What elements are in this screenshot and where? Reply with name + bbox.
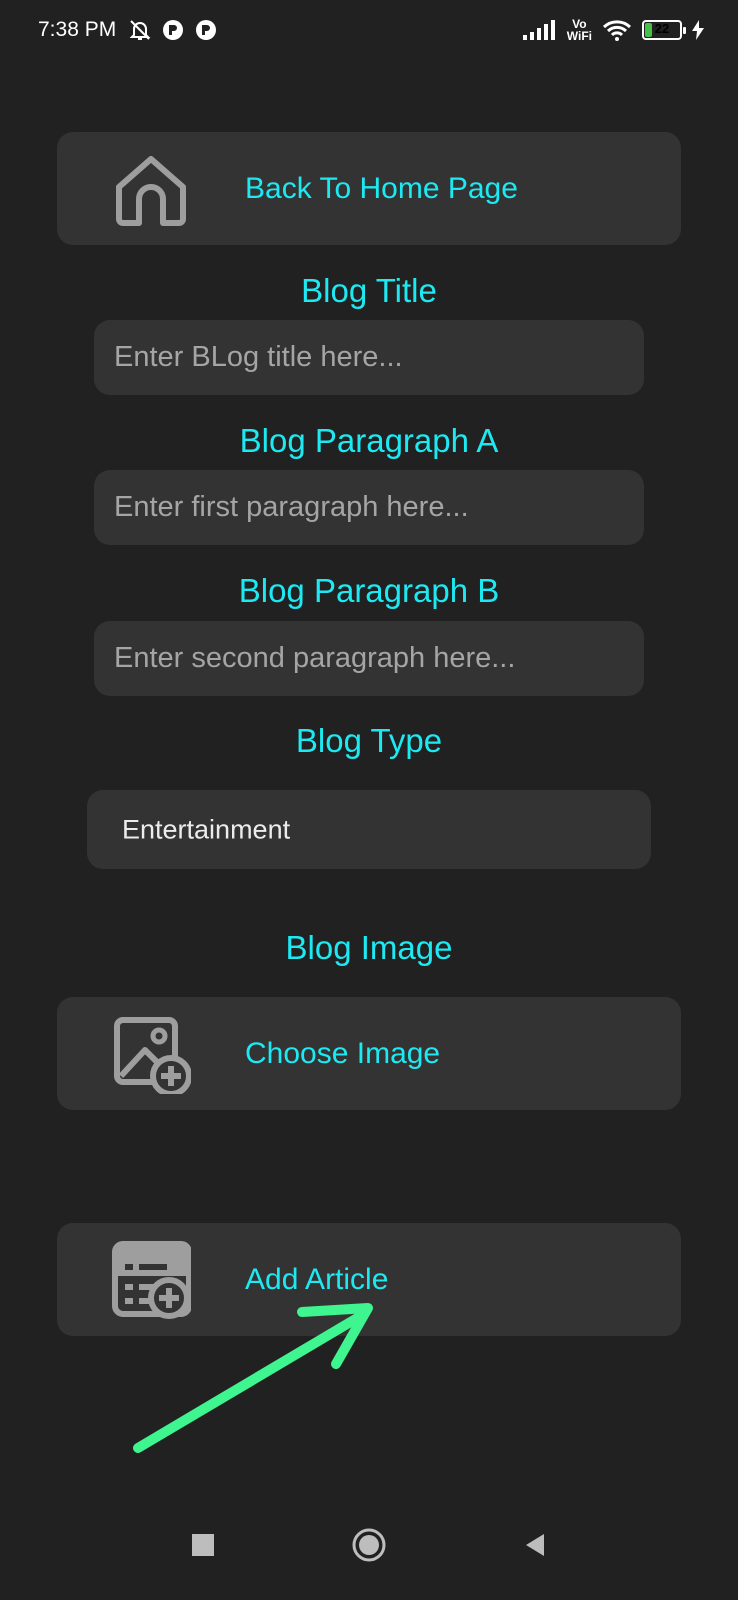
article-add-icon <box>112 1240 191 1319</box>
blog-paragraph-a-label: Blog Paragraph A <box>239 422 499 459</box>
choose-image-button[interactable]: Choose Image <box>57 997 681 1110</box>
back-to-home-button[interactable]: Back To Home Page <box>57 132 681 245</box>
home-nav-button[interactable] <box>344 1520 394 1570</box>
battery-nub <box>683 27 686 34</box>
recents-square-icon <box>192 1534 214 1556</box>
add-article-button[interactable]: Add Article <box>57 1223 681 1336</box>
status-bar: 7:38 PM Vo WiFi 22 <box>0 0 738 66</box>
blog-paragraph-b-label: Blog Paragraph B <box>238 572 500 609</box>
back-to-home-label: Back To Home Page <box>245 171 518 205</box>
status-time: 7:38 PM <box>38 18 117 41</box>
battery-icon: 22 <box>642 20 686 40</box>
vowifi-bottom-text: WiFi <box>566 29 592 43</box>
app-notification-icon <box>196 20 216 40</box>
status-system-icons: Vo WiFi 22 <box>522 18 704 42</box>
choose-image-label: Choose Image <box>245 1036 441 1070</box>
charging-icon <box>692 20 704 40</box>
signal-icon <box>522 20 555 40</box>
wifi-icon <box>602 20 632 41</box>
home-circle-icon <box>352 1528 386 1562</box>
back-nav-button[interactable] <box>510 1520 560 1570</box>
add-article-label: Add Article <box>245 1262 389 1296</box>
blog-type-select[interactable]: Entertainment <box>87 790 651 869</box>
blog-paragraph-a-input[interactable] <box>94 470 644 545</box>
blog-paragraph-b-input[interactable] <box>94 621 644 696</box>
blog-title-input[interactable] <box>94 320 644 395</box>
recents-button[interactable] <box>178 1520 228 1570</box>
blog-type-value: Entertainment <box>122 814 291 844</box>
image-add-icon <box>114 1016 191 1094</box>
home-icon <box>116 155 186 226</box>
blog-type-label: Blog Type <box>295 722 443 759</box>
system-nav-bar <box>0 1510 738 1600</box>
vowifi-indicator: Vo WiFi <box>567 18 592 42</box>
blog-title-label: Blog Title <box>301 272 437 309</box>
back-triangle-icon <box>526 1534 544 1556</box>
status-notification-icons <box>128 18 218 42</box>
blog-image-label: Blog Image <box>285 929 453 966</box>
battery-level-text: 22 <box>654 21 670 36</box>
app-notification-icon <box>163 20 183 40</box>
mute-bell-icon <box>129 20 151 40</box>
